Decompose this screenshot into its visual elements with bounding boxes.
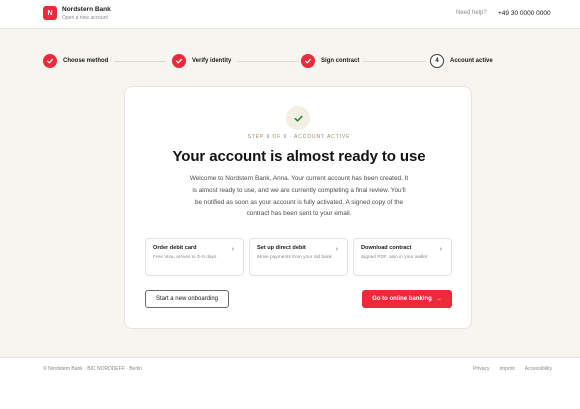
chevron-right-icon: › (231, 246, 234, 253)
order-debit-card-action[interactable]: Order debit card Free Visa, arrives in 3… (145, 238, 244, 276)
need-help-link[interactable]: Need help? (456, 10, 487, 16)
step-label: Sign contract (321, 58, 360, 64)
phone-number-link[interactable]: +49 30 0000 0000 (498, 10, 551, 17)
step-label: Account active (450, 58, 493, 64)
step-label: Choose method (63, 58, 109, 64)
step-sign-contract: Sign contract (301, 53, 359, 69)
step-connector (237, 61, 299, 62)
footer-copyright: © Nordstern Bank · BIC NORDDEFF · Berlin (43, 366, 142, 372)
bank-logo[interactable]: N (43, 6, 57, 20)
action-subtitle: Free Visa, arrives in 3–5 days (153, 255, 217, 260)
step-connector (114, 61, 166, 62)
top-header: N Nordstern Bank Open a new account Need… (0, 0, 580, 29)
success-check-icon (286, 106, 310, 130)
check-icon (43, 54, 57, 68)
chevron-right-icon: › (335, 246, 338, 253)
brand-subtitle: Open a new account (62, 15, 108, 21)
action-subtitle: Move payments from your old bank (257, 255, 332, 260)
start-new-onboarding-button[interactable]: Start a new onboarding (145, 290, 229, 308)
confirmation-card: STEP 9 OF 9 · ACCOUNT ACTIVE Your accoun… (124, 86, 472, 329)
step-connector (363, 61, 426, 62)
step-account-active: 4 Account active (430, 53, 493, 69)
arrow-right-icon: → (435, 296, 442, 302)
action-title: Order debit card (153, 245, 197, 251)
step-eyebrow: STEP 9 OF 9 · ACCOUNT ACTIVE (247, 134, 351, 140)
action-title: Download contract (361, 245, 412, 251)
check-icon (301, 54, 315, 68)
go-to-online-banking-button[interactable]: Go to online banking → (362, 290, 452, 308)
step-number: 4 (430, 54, 444, 68)
action-title: Set up direct debit (257, 245, 306, 251)
button-label: Go to online banking (372, 296, 432, 302)
check-icon (172, 54, 186, 68)
confirmation-description: Welcome to Nordstern Bank, Anna. Your cu… (189, 175, 409, 218)
page-title: Your account is almost ready to use (172, 148, 426, 165)
download-contract-action[interactable]: Download contract Signed PDF, also in yo… (353, 238, 452, 276)
progress-stepper: Choose method Verify identity Sign contr… (0, 53, 580, 73)
brand-name: Nordstern Bank (62, 6, 111, 13)
privacy-link[interactable]: Privacy (473, 366, 489, 372)
step-choose-method: Choose method (43, 53, 108, 69)
set-up-direct-debit-action[interactable]: Set up direct debit Move payments from y… (249, 238, 348, 276)
next-actions: Order debit card Free Visa, arrives in 3… (145, 238, 452, 276)
action-subtitle: Signed PDF, also in your wallet (361, 255, 428, 260)
footer-links: Privacy Imprint Accessibility (473, 366, 552, 372)
page-footer: © Nordstern Bank · BIC NORDDEFF · Berlin… (0, 357, 580, 409)
step-verify-identity: Verify identity (172, 53, 231, 69)
accessibility-link[interactable]: Accessibility (525, 366, 552, 372)
chevron-right-icon: › (439, 246, 442, 253)
imprint-link[interactable]: Imprint (499, 366, 514, 372)
step-label: Verify identity (192, 58, 232, 64)
